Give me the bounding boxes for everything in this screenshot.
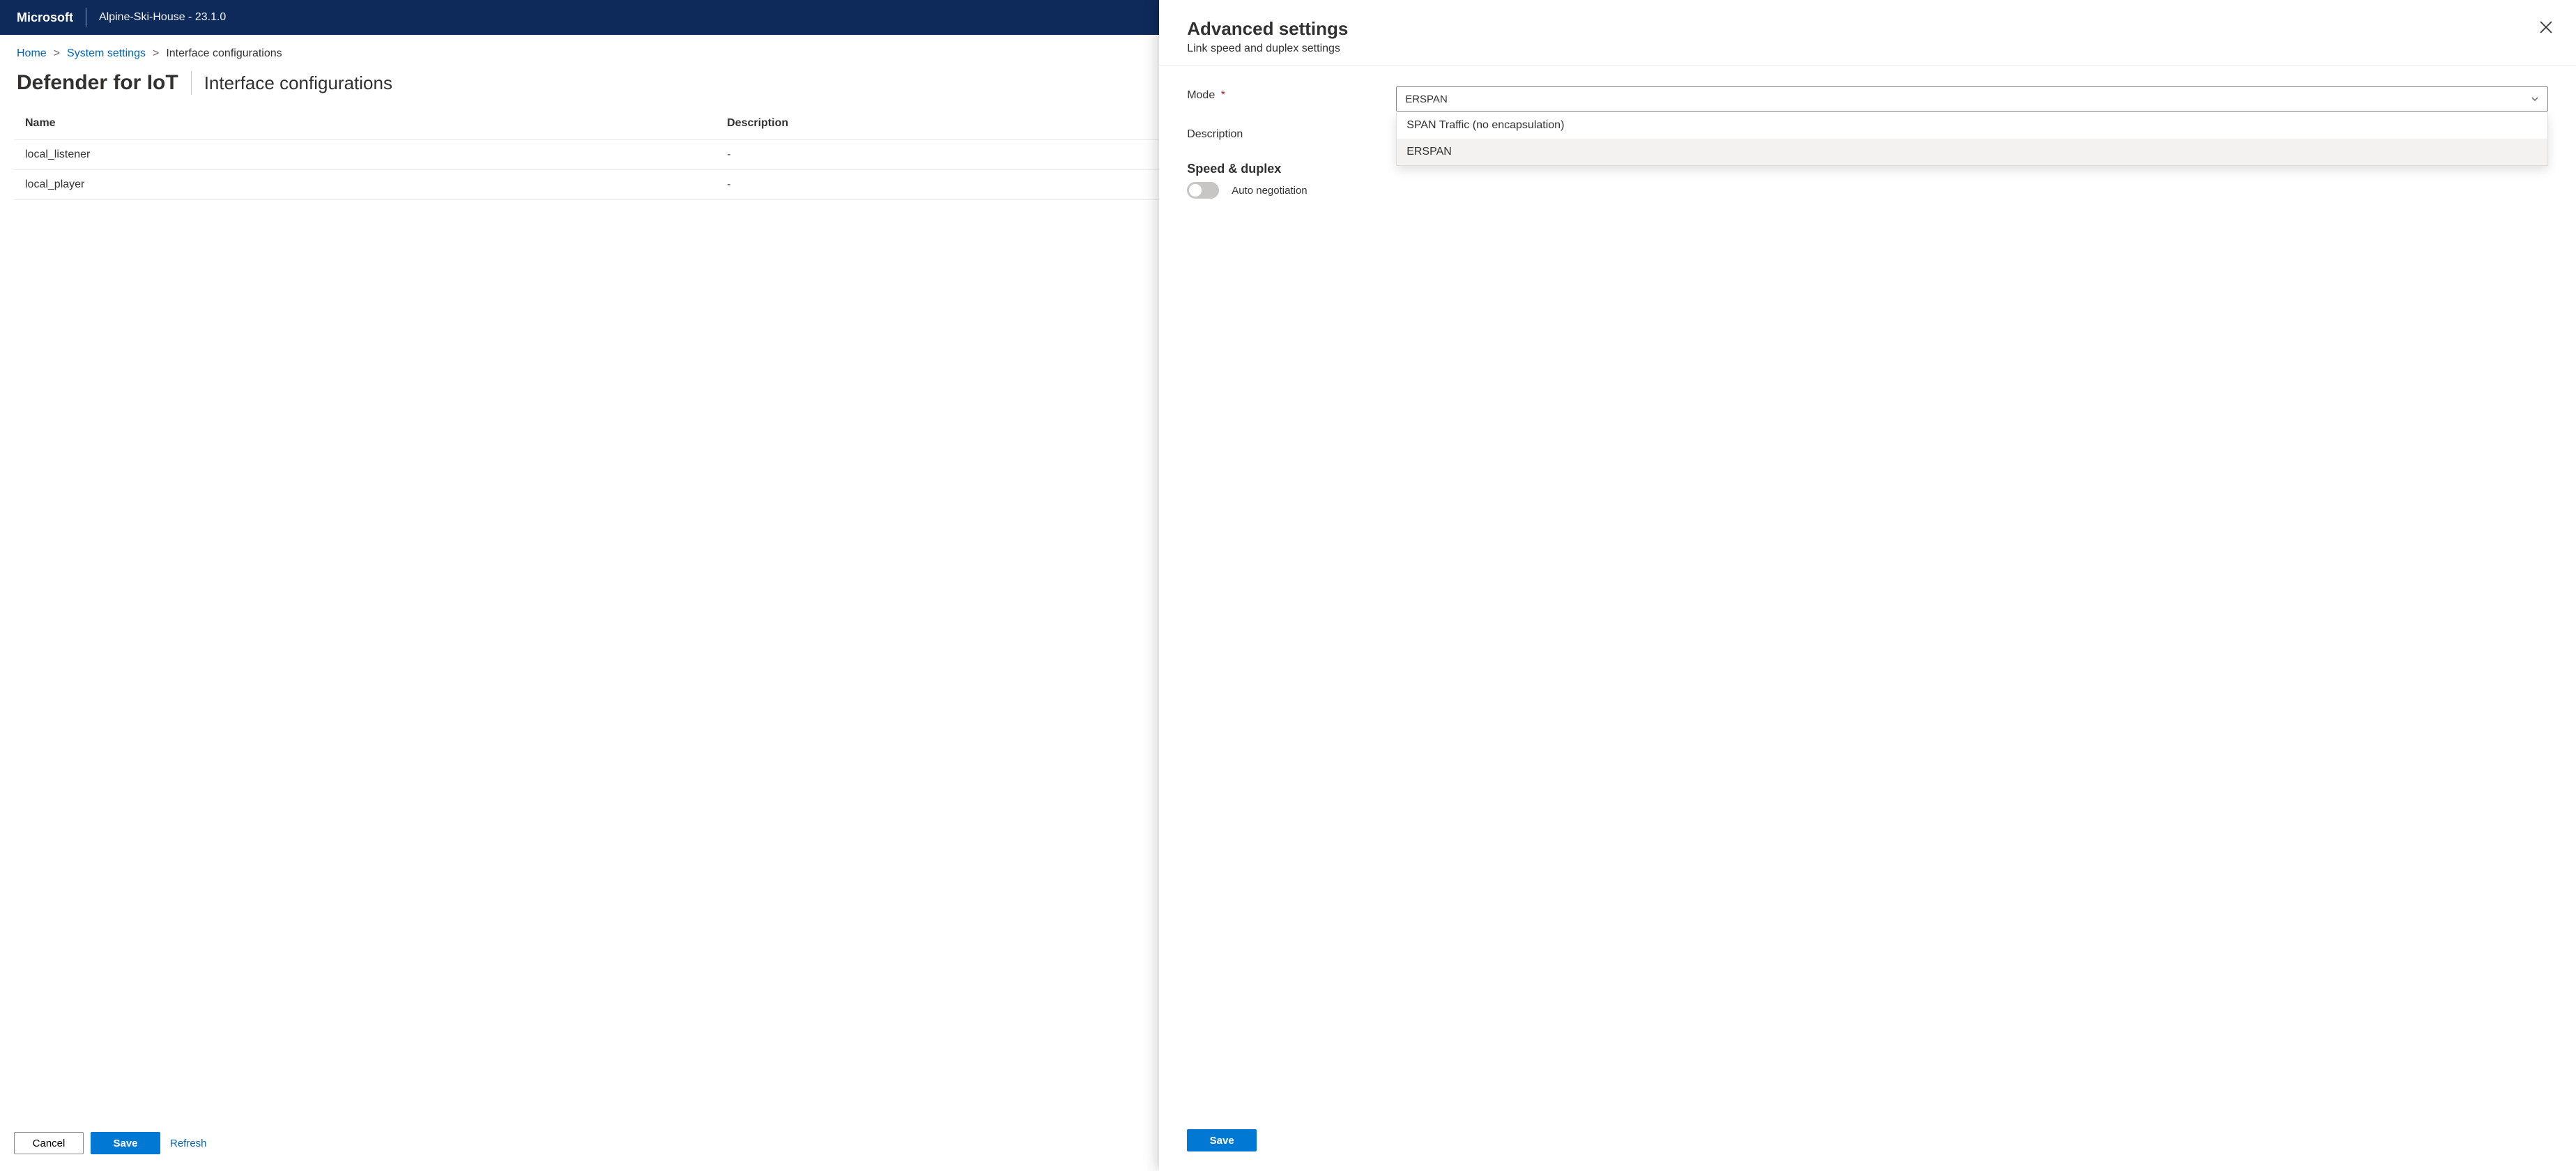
cancel-button[interactable]: Cancel — [14, 1132, 84, 1154]
col-name[interactable]: Name — [14, 107, 716, 140]
mode-select[interactable]: ERSPAN — [1396, 86, 2548, 112]
page-subtitle: Interface configurations — [204, 72, 392, 94]
chevron-right-icon: > — [153, 47, 159, 60]
save-button[interactable]: Save — [91, 1132, 160, 1154]
tenant-name: Alpine-Ski-House - 23.1.0 — [99, 11, 226, 24]
mode-dropdown: SPAN Traffic (no encapsulation) ERSPAN — [1396, 112, 2548, 166]
chevron-down-icon — [2531, 95, 2539, 103]
breadcrumb-current: Interface configurations — [166, 47, 282, 60]
title-separator — [191, 71, 192, 95]
advanced-settings-panel: Advanced settings Link speed and duplex … — [1159, 0, 2576, 1171]
refresh-link[interactable]: Refresh — [170, 1138, 207, 1149]
auto-negotiation-label: Auto negotiation — [1232, 185, 1307, 197]
panel-subtitle: Link speed and duplex settings — [1187, 43, 2548, 55]
mode-label: Mode — [1187, 89, 1215, 101]
required-asterisk: * — [1221, 89, 1225, 101]
mode-option-span[interactable]: SPAN Traffic (no encapsulation) — [1397, 112, 2547, 139]
brand-name: Microsoft — [17, 10, 73, 25]
close-icon — [2540, 21, 2552, 33]
toggle-knob — [1189, 184, 1202, 197]
cell-name: local_player — [14, 170, 716, 200]
panel-save-button[interactable]: Save — [1187, 1129, 1257, 1151]
breadcrumb-home[interactable]: Home — [17, 47, 47, 60]
product-title: Defender for IoT — [17, 71, 178, 95]
chevron-right-icon: > — [54, 47, 60, 60]
close-button[interactable] — [2540, 21, 2552, 36]
panel-title: Advanced settings — [1187, 18, 2548, 40]
mode-select-value: ERSPAN — [1405, 93, 1448, 105]
breadcrumb-system-settings[interactable]: System settings — [67, 47, 146, 60]
mode-option-erspan[interactable]: ERSPAN — [1397, 139, 2547, 165]
description-label: Description — [1187, 128, 1243, 140]
auto-negotiation-toggle[interactable] — [1187, 182, 1219, 199]
cell-name: local_listener — [14, 140, 716, 170]
